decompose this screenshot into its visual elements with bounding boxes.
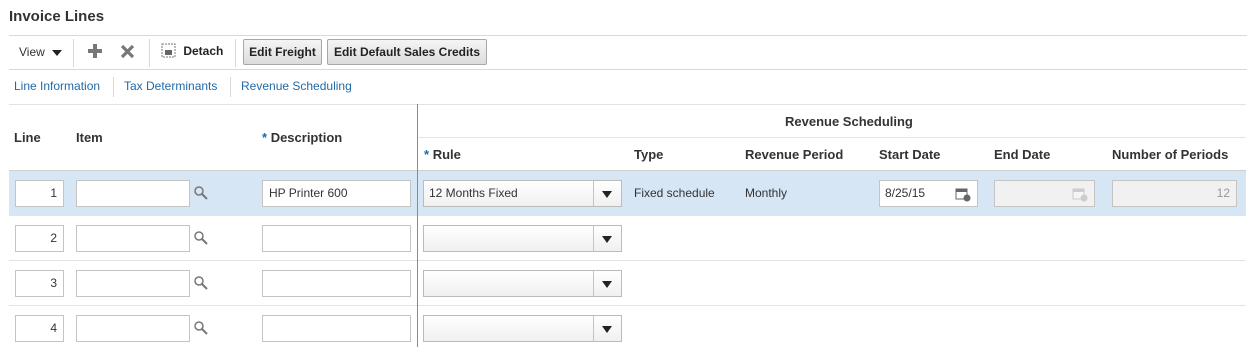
column-header-description[interactable]: * Description (262, 130, 342, 145)
calendar-icon[interactable] (955, 186, 971, 202)
invoice-lines-table: Line Item * Description Revenue Scheduli… (9, 104, 1246, 347)
rule-select[interactable]: 12 Months Fixed (423, 180, 622, 207)
search-icon[interactable] (194, 276, 208, 290)
column-header-rule[interactable]: * Rule (424, 147, 461, 162)
line-number-input[interactable]: 3 (15, 270, 64, 297)
item-input[interactable] (76, 315, 190, 342)
column-header-item[interactable]: Item (76, 130, 103, 145)
toolbar-separator (149, 39, 150, 67)
toolbar-separator (235, 39, 236, 67)
column-header-description-label: Description (270, 130, 343, 145)
start-date-value: 8/25/15 (885, 186, 926, 200)
table-row[interactable]: 4 (9, 306, 1246, 351)
detach-button[interactable]: Detach (161, 43, 223, 61)
description-input[interactable] (262, 225, 411, 252)
edit-freight-button[interactable]: Edit Freight (243, 39, 322, 65)
revenue-period-value: Monthly (745, 186, 788, 200)
chevron-down-icon[interactable] (593, 226, 621, 251)
search-icon[interactable] (194, 186, 208, 200)
type-value: Fixed schedule (634, 186, 715, 200)
plus-icon[interactable] (87, 43, 103, 59)
chevron-down-icon[interactable] (593, 271, 621, 296)
rule-select-value: 12 Months Fixed (429, 186, 518, 200)
line-number-input[interactable]: 2 (15, 225, 64, 252)
required-marker: * (262, 130, 268, 145)
description-input[interactable]: HP Printer 600 (262, 180, 411, 207)
column-header-number-of-periods[interactable]: Number of Periods (1112, 147, 1228, 162)
rule-select[interactable] (423, 270, 622, 297)
calendar-icon (1072, 188, 1088, 202)
item-input[interactable] (76, 225, 190, 252)
item-input[interactable] (76, 180, 190, 207)
search-icon[interactable] (194, 321, 208, 335)
column-header-revenue-period[interactable]: Revenue Period (745, 147, 843, 162)
item-input[interactable] (76, 270, 190, 297)
search-icon[interactable] (194, 231, 208, 245)
panel-title: Invoice Lines (9, 8, 105, 25)
tab-tax-determinants[interactable]: Tax Determinants (124, 79, 217, 93)
toolbar: View Detach Edit Freight Edit Default Sa… (9, 36, 1247, 69)
table-row[interactable]: 3 (9, 261, 1246, 306)
column-header-start-date[interactable]: Start Date (879, 147, 940, 162)
chevron-down-icon (52, 49, 63, 56)
detach-icon (161, 43, 176, 58)
column-header-rule-label: Rule (432, 147, 461, 162)
tab-line-information[interactable]: Line Information (14, 79, 100, 93)
table-row[interactable]: 1 HP Printer 600 12 Months Fixed Fixed s… (9, 171, 1246, 216)
column-header-line[interactable]: Line (14, 130, 41, 145)
delete-icon[interactable] (120, 44, 135, 59)
edit-default-sales-credits-button[interactable]: Edit Default Sales Credits (327, 39, 487, 65)
toolbar-separator (73, 39, 74, 67)
tab-separator (113, 77, 114, 97)
toolbar-divider (9, 69, 1247, 70)
table-row[interactable]: 2 (9, 216, 1246, 261)
column-group-header: Revenue Scheduling (785, 114, 913, 129)
tab-separator (230, 77, 231, 97)
column-header-type[interactable]: Type (634, 147, 663, 162)
rule-select[interactable] (423, 225, 622, 252)
rule-select[interactable] (423, 315, 622, 342)
detach-label: Detach (183, 43, 224, 58)
column-header-end-date[interactable]: End Date (994, 147, 1050, 162)
frozen-column-splitter[interactable] (417, 104, 418, 347)
table-top-border (9, 104, 1246, 105)
chevron-down-icon[interactable] (593, 316, 621, 341)
view-menu-label: View (19, 45, 45, 59)
description-input[interactable] (262, 270, 411, 297)
start-date-input[interactable]: 8/25/15 (879, 180, 978, 207)
end-date-input (994, 180, 1095, 207)
number-of-periods-input: 12 (1112, 180, 1237, 207)
required-marker: * (424, 147, 430, 162)
tab-revenue-scheduling[interactable]: Revenue Scheduling (241, 79, 352, 93)
group-header-divider (418, 137, 1246, 138)
view-menu[interactable]: View (19, 45, 63, 59)
line-number-input[interactable]: 1 (15, 180, 64, 207)
line-number-input[interactable]: 4 (15, 315, 64, 342)
chevron-down-icon[interactable] (593, 181, 621, 206)
description-input[interactable] (262, 315, 411, 342)
